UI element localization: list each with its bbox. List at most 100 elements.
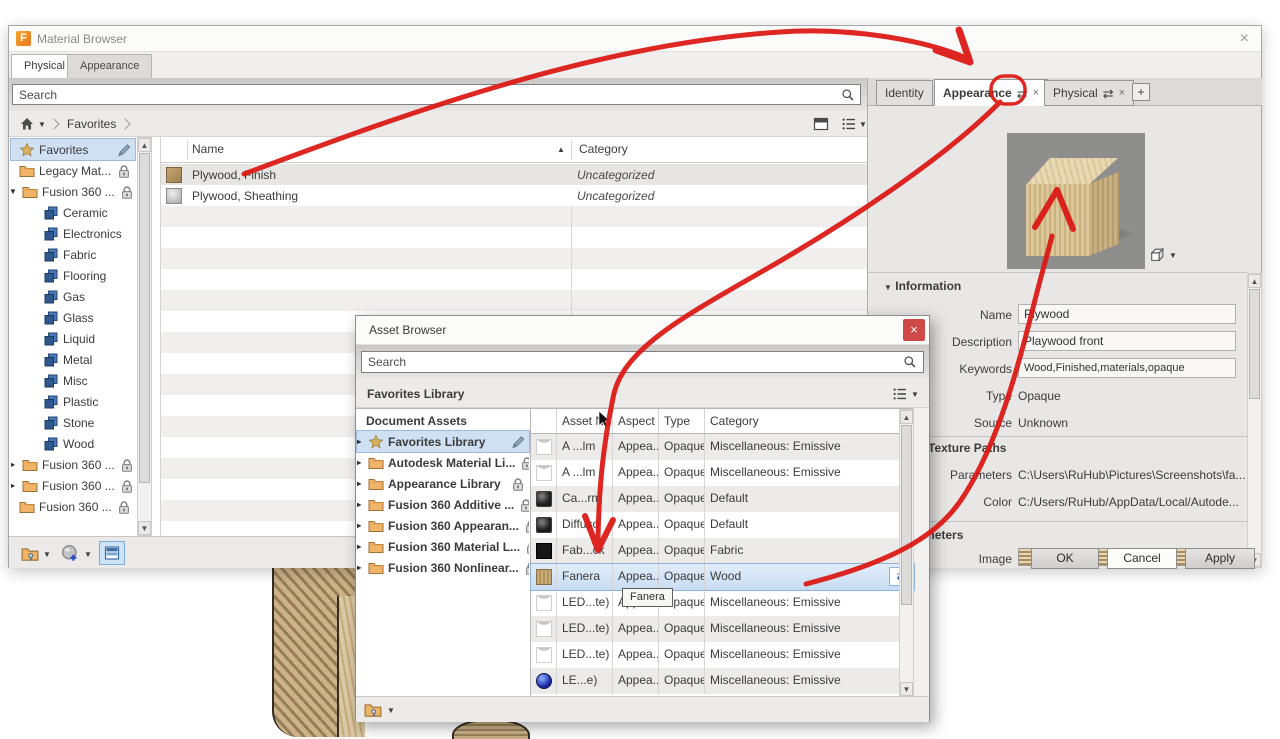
create-material-dropdown-icon[interactable]: ▼ (84, 550, 92, 559)
asset-table-scrollbar[interactable]: ▲ ▼ (899, 409, 914, 697)
manage-library-dropdown-icon[interactable]: ▼ (43, 550, 51, 559)
dialog-item-favorites-library[interactable]: ▶ Favorites Library (356, 430, 530, 453)
manage-library-dropdown-icon[interactable]: ▼ (387, 706, 395, 715)
view-type-icon[interactable] (841, 116, 857, 132)
sidebar-item-legacy[interactable]: Legacy Mat... (11, 160, 135, 181)
editor-scrollbar[interactable]: ▲ ▼ (1247, 273, 1262, 568)
sidebar-item-metal[interactable]: Metal (11, 349, 135, 370)
asset-thumbnail-icon (535, 465, 552, 481)
sidebar-item-glass[interactable]: Glass (11, 307, 135, 328)
asset-row[interactable]: Diffuso Appea... Opaque Default (531, 512, 914, 538)
cancel-button[interactable]: Cancel (1107, 548, 1177, 569)
tree-scrollbar[interactable]: ▲ ▼ (137, 137, 152, 536)
caret-right-icon[interactable]: ▶ (357, 521, 364, 530)
caret-right-icon[interactable]: ▶ (357, 563, 364, 572)
asset-row[interactable]: A ...lm Appea... Opaque Miscellaneous: Emis… (531, 460, 914, 486)
dialog-item-autodesk-material[interactable]: ▶ Autodesk Material Li... (357, 452, 529, 473)
close-appearance-tab-icon[interactable]: × (1033, 81, 1039, 106)
column-header-category[interactable]: Category (705, 409, 911, 433)
asset-row[interactable]: A ...lm Appea... Opaque Miscellaneous: Emis… (531, 434, 914, 460)
asset-row[interactable]: LED...te)Appea...OpaqueMiscellaneous: Em… (531, 642, 914, 668)
asset-row-fanera[interactable]: FaneraAppea...OpaqueWood ⇄ (530, 563, 915, 591)
table-row-plywood-finish[interactable]: Plywood, Finish Uncategorized (161, 164, 867, 185)
add-tab-button[interactable]: + (1132, 83, 1150, 101)
sidebar-item-misc[interactable]: Misc (11, 370, 135, 391)
search-input[interactable] (12, 84, 861, 105)
caret-right-icon[interactable]: ▶ (357, 500, 364, 509)
column-header-type[interactable]: Type (659, 409, 705, 433)
window-close-icon[interactable]: × (1240, 31, 1249, 47)
apply-button[interactable]: Apply (1185, 548, 1255, 569)
sidebar-item-fusion-4[interactable]: Fusion 360 ... (11, 496, 135, 517)
texture-paths-section-header[interactable]: Texture Paths (928, 441, 1006, 455)
sidebar-item-favorites[interactable]: Favorites (10, 138, 136, 161)
sidebar-item-plastic[interactable]: Plastic (11, 391, 135, 412)
column-header-category[interactable]: Category (579, 142, 628, 156)
description-field[interactable] (1018, 331, 1236, 351)
view-type-dropdown-icon[interactable]: ▼ (911, 390, 919, 399)
tab-appearance-editor[interactable]: Appearance ⇄ × (934, 79, 1049, 106)
sidebar-item-gas[interactable]: Gas (11, 286, 135, 307)
sidebar-item-stone[interactable]: Stone (11, 412, 135, 433)
caret-right-icon[interactable]: ▶ (357, 437, 364, 446)
display-options-button[interactable] (99, 541, 125, 565)
column-header-name[interactable]: Name (192, 142, 224, 156)
sort-ascending-icon[interactable]: ▲ (557, 145, 565, 154)
preview-pane-toggle-icon[interactable] (813, 116, 829, 132)
name-field[interactable] (1018, 304, 1236, 324)
dialog-item-appearance-library[interactable]: ▶ Appearance Library (357, 473, 529, 494)
asset-row[interactable]: LED...te)Appea...OpaqueMiscellaneous: Em… (531, 616, 914, 642)
dialog-item-fusion-appearance[interactable]: ▶ Fusion 360 Appearan... (357, 515, 529, 536)
preview-shape-icon[interactable] (1148, 246, 1165, 263)
dialog-item-fusion-additive[interactable]: ▶ Fusion 360 Additive ... (357, 494, 529, 515)
caret-right-icon[interactable]: ▶ (357, 542, 364, 551)
swap-appearance-icon[interactable]: ⇄ (1017, 81, 1028, 106)
pencil-icon[interactable] (116, 142, 132, 158)
breadcrumb-favorites[interactable]: Favorites (67, 117, 116, 131)
sidebar-item-electronics[interactable]: Electronics (11, 223, 135, 244)
close-physical-tab-icon[interactable]: × (1119, 81, 1125, 106)
swap-physical-icon[interactable]: ⇄ (1103, 81, 1114, 106)
dialog-close-button[interactable]: × (903, 319, 925, 341)
asset-row[interactable]: Ca...rm Appea... Opaque Default (531, 486, 914, 512)
manage-library-icon[interactable] (21, 545, 39, 563)
create-material-icon[interactable] (61, 544, 80, 563)
tab-appearance[interactable]: Appearance (67, 54, 153, 78)
sidebar-item-fusion-lib[interactable]: ▼ Fusion 360 ... (11, 181, 135, 202)
asset-row[interactable]: LE...e) Appea... Opaque Miscellaneous: Emis… (531, 668, 914, 694)
keywords-field[interactable] (1018, 358, 1236, 378)
asset-table-scrollbar-thumb[interactable] (901, 425, 912, 605)
sidebar-item-wood[interactable]: Wood (11, 433, 135, 454)
sidebar-item-ceramic[interactable]: Ceramic (11, 202, 135, 223)
caret-right-icon[interactable]: ▶ (357, 458, 364, 467)
preview-shape-dropdown-icon[interactable]: ▼ (1169, 251, 1177, 260)
sidebar-item-fusion-2[interactable]: ▶ Fusion 360 ... (11, 454, 135, 475)
ok-button[interactable]: OK (1031, 548, 1099, 569)
sidebar-item-flooring[interactable]: Flooring (11, 265, 135, 286)
information-section-header[interactable]: ▼ Information (884, 279, 961, 293)
table-row-plywood-sheathing[interactable]: Plywood, Sheathing Uncategorized (161, 185, 867, 206)
tab-identity[interactable]: Identity (876, 80, 933, 106)
caret-down-icon[interactable]: ▼ (11, 187, 18, 196)
column-header-aspect[interactable]: Aspect (613, 409, 659, 433)
caret-right-icon[interactable]: ▶ (11, 460, 18, 469)
sidebar-item-fabric[interactable]: Fabric (11, 244, 135, 265)
view-type-dropdown-icon[interactable]: ▼ (859, 120, 867, 129)
sidebar-item-fusion-3[interactable]: ▶ Fusion 360 ... (11, 475, 135, 496)
home-dropdown-icon[interactable]: ▼ (38, 120, 46, 129)
asset-row[interactable]: LED...te)Appea...OpaqueMiscellaneous: Em… (531, 590, 914, 616)
asset-row[interactable]: Fab...ck Appea... Opaque Fabric (531, 538, 914, 564)
home-icon[interactable] (19, 116, 35, 132)
editor-scrollbar-thumb[interactable] (1249, 289, 1260, 399)
pencil-icon[interactable] (510, 434, 526, 450)
manage-library-icon[interactable] (364, 701, 382, 719)
view-type-icon[interactable] (892, 386, 908, 402)
sidebar-item-liquid[interactable]: Liquid (11, 328, 135, 349)
tab-physical-editor[interactable]: Physical ⇄ × (1044, 80, 1135, 106)
dialog-item-fusion-nonlinear[interactable]: ▶ Fusion 360 Nonlinear... (357, 557, 529, 578)
dialog-item-fusion-material[interactable]: ▶ Fusion 360 Material L... (357, 536, 529, 557)
caret-right-icon[interactable]: ▶ (11, 481, 18, 490)
tree-scrollbar-thumb[interactable] (139, 153, 150, 483)
dialog-search-input[interactable] (361, 351, 924, 373)
caret-right-icon[interactable]: ▶ (357, 479, 364, 488)
